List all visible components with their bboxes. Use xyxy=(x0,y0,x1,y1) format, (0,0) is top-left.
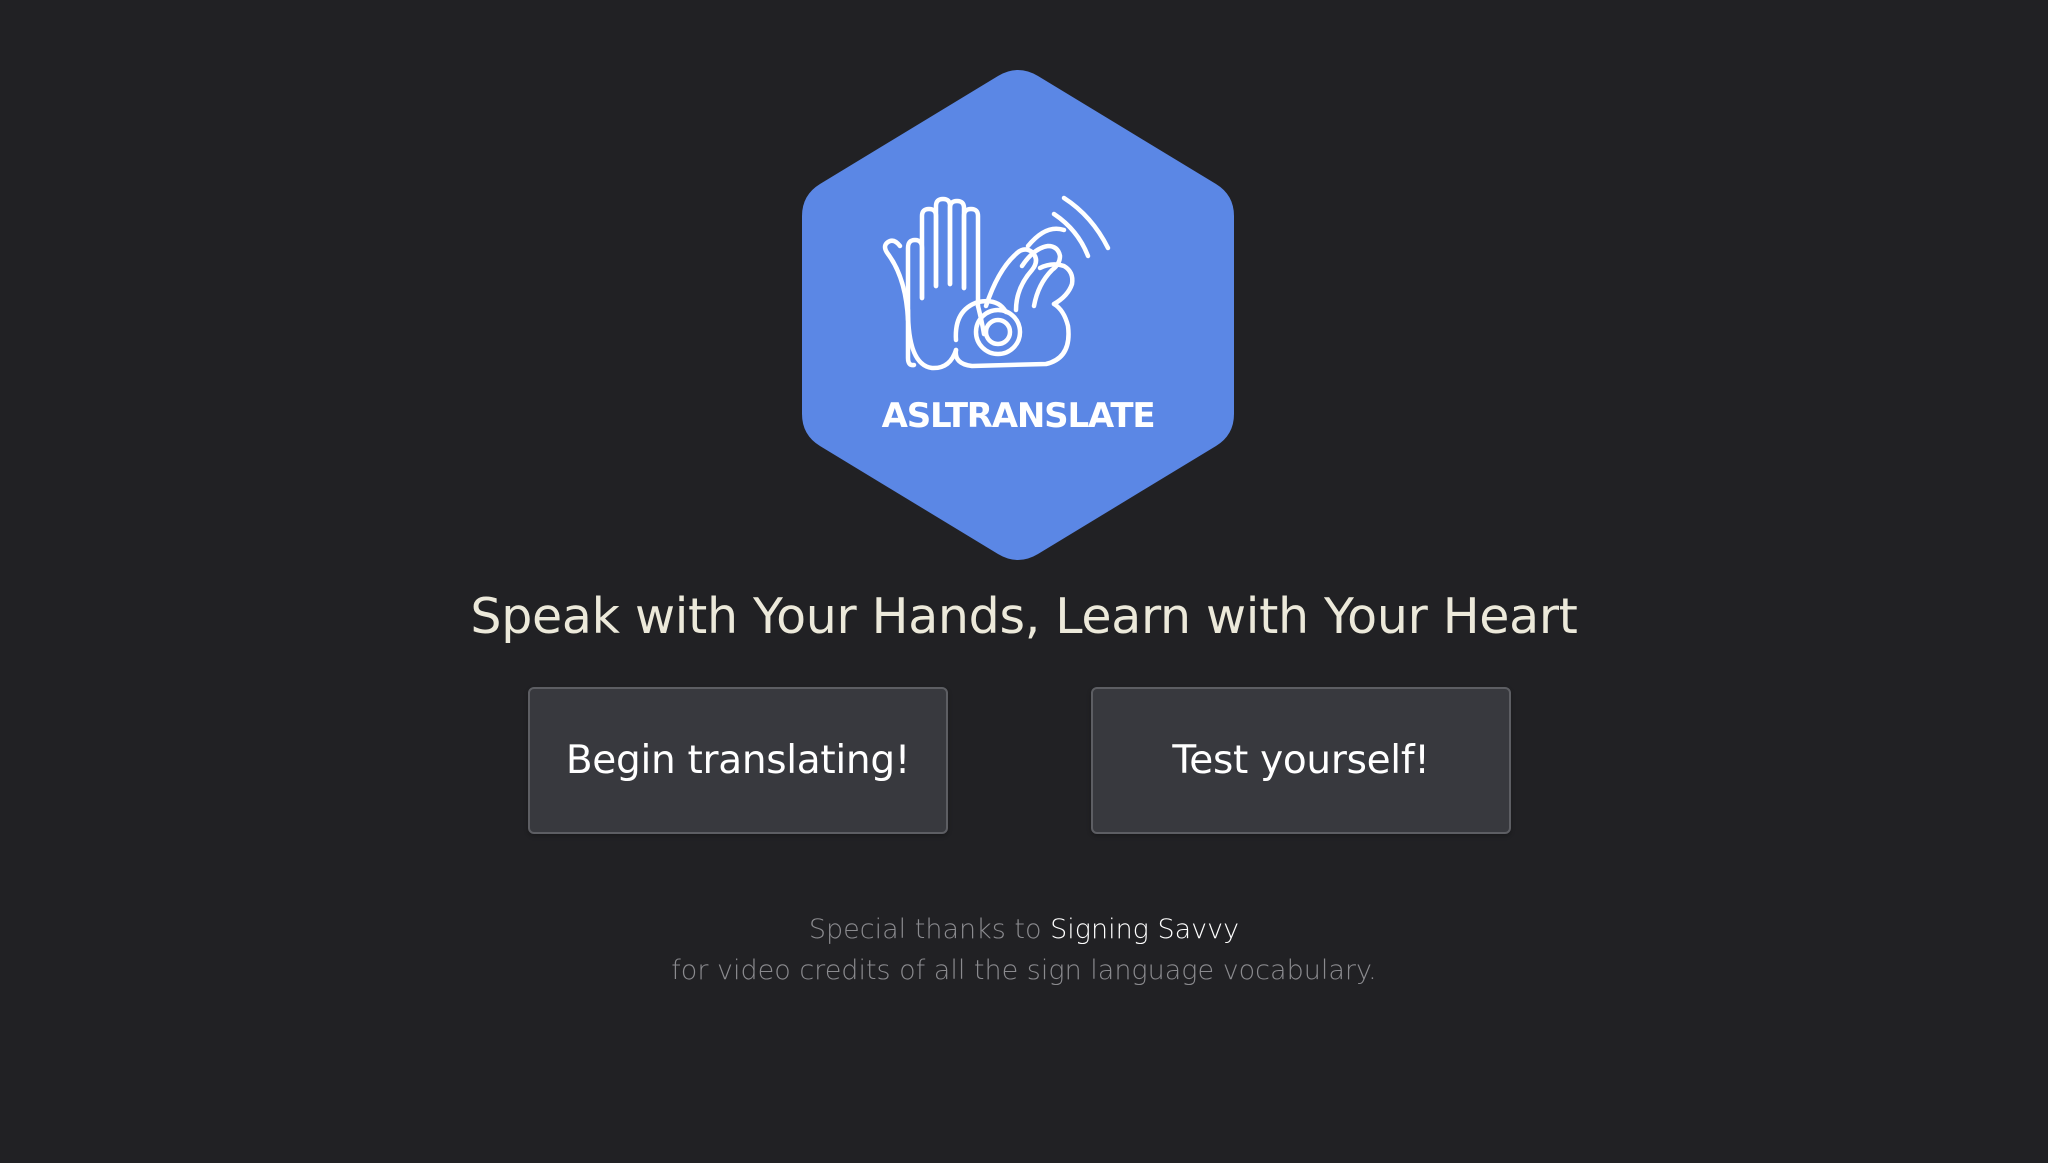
credits-line-1: Special thanks to Signing Savvy xyxy=(0,914,2048,945)
logo-wordmark: ASLTRANSLATE xyxy=(882,396,1155,436)
logo-hexagon xyxy=(802,70,1234,560)
app-logo: ASLTRANSLATE xyxy=(802,70,1234,560)
tagline-heading: Speak with Your Hands, Learn with Your H… xyxy=(470,588,1578,645)
begin-translating-button[interactable]: Begin translating! xyxy=(528,687,948,834)
signing-savvy-link[interactable]: Signing Savvy xyxy=(1050,914,1239,945)
test-yourself-button[interactable]: Test yourself! xyxy=(1091,687,1511,834)
landing-page: ASLTRANSLATE Speak with Your Hands, Lear… xyxy=(0,0,2048,1163)
credits-line-2: for video credits of all the sign langua… xyxy=(671,955,1377,986)
credits-prefix: Special thanks to xyxy=(808,914,1051,945)
